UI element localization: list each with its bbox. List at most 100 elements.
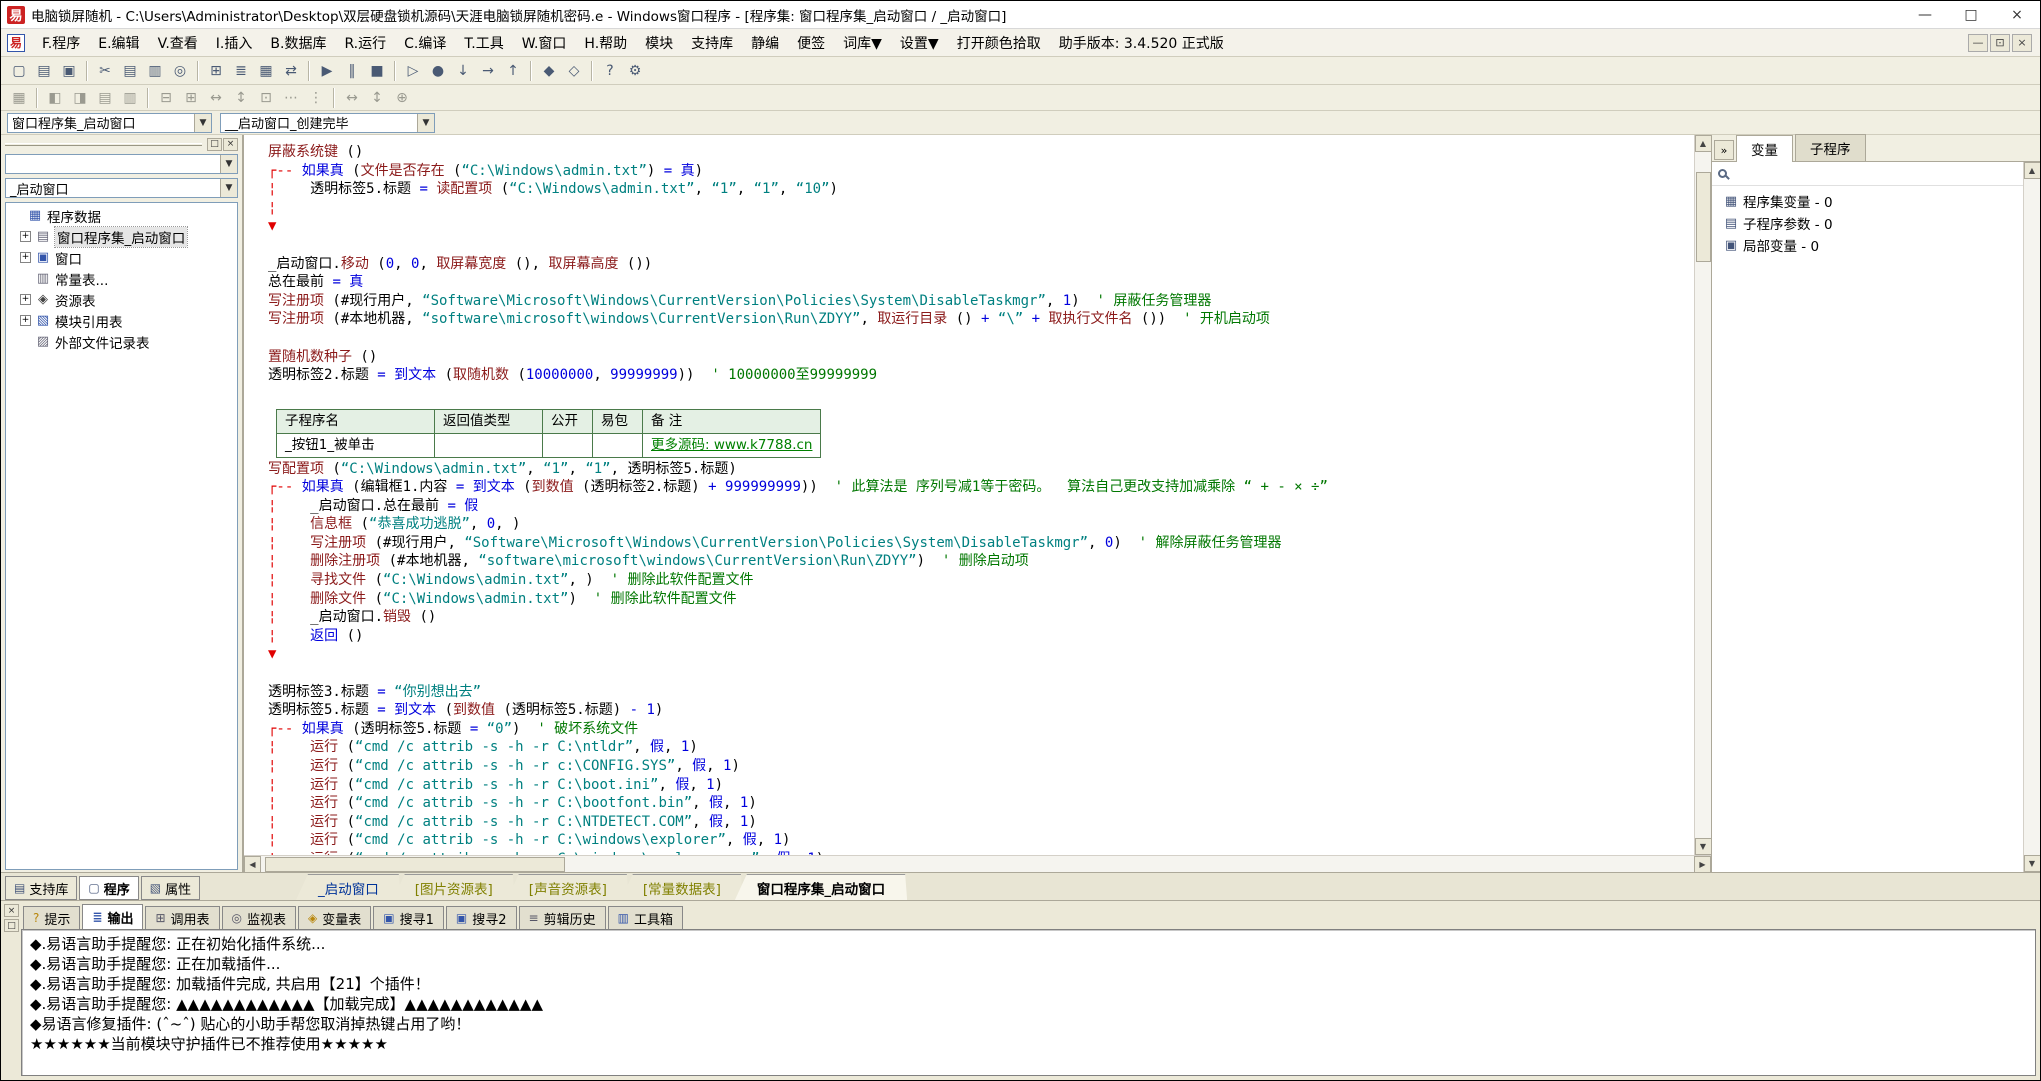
open-icon[interactable]: ▤ bbox=[32, 60, 56, 82]
tab-属性[interactable]: ▧属性 bbox=[141, 876, 200, 900]
menu-item[interactable]: 模块 bbox=[636, 30, 682, 56]
paste-icon[interactable]: ▥ bbox=[143, 60, 167, 82]
editor-horizontal-scrollbar[interactable]: ◀ ▶ bbox=[244, 855, 1711, 872]
panel-close-button[interactable]: × bbox=[223, 138, 238, 151]
output-tab-剪辑历史[interactable]: ≡剪辑历史 bbox=[519, 906, 606, 929]
mdi-restore-button[interactable]: ⊡ bbox=[1990, 34, 2010, 52]
align-top-icon[interactable]: ▤ bbox=[93, 87, 117, 109]
settings-gear-icon[interactable]: ⚙ bbox=[623, 60, 647, 82]
doc-tab[interactable]: [常量数据表] bbox=[621, 874, 743, 900]
step-over-icon[interactable]: → bbox=[476, 60, 500, 82]
menu-item[interactable]: R.运行 bbox=[335, 30, 395, 56]
variables-search-box[interactable] bbox=[1712, 162, 2023, 186]
step-into-icon[interactable]: ↓ bbox=[451, 60, 475, 82]
same-width-icon[interactable]: ↔ bbox=[204, 87, 228, 109]
tree-item[interactable]: +◈资源表 bbox=[6, 289, 237, 310]
menu-item[interactable]: C.编译 bbox=[395, 30, 455, 56]
class-combo-dropdown-icon[interactable]: ▼ bbox=[194, 114, 211, 132]
panel-scroll-down-icon[interactable]: ▼ bbox=[2024, 855, 2041, 872]
form-designer-icon[interactable]: ⊞ bbox=[204, 60, 228, 82]
help-icon[interactable]: ? bbox=[598, 60, 622, 82]
center-vertical-icon[interactable]: ⊞ bbox=[179, 87, 203, 109]
event-combo-dropdown-icon[interactable]: ▼ bbox=[417, 114, 434, 132]
panel-tab-子程序[interactable]: 子程序 bbox=[1795, 134, 1866, 161]
same-size-icon[interactable]: ⊡ bbox=[254, 87, 278, 109]
subroutine-name-cell[interactable]: _按钮1_被单击 bbox=[277, 433, 435, 457]
output-tab-输出[interactable]: ≣输出 bbox=[82, 904, 143, 929]
scroll-right-icon[interactable]: ▶ bbox=[1694, 856, 1711, 873]
output-tab-提示[interactable]: ?提示 bbox=[23, 906, 80, 929]
step-out-icon[interactable]: ↑ bbox=[501, 60, 525, 82]
output-tab-变量表[interactable]: ◈变量表 bbox=[298, 906, 371, 929]
pause-icon[interactable]: ‖ bbox=[340, 60, 364, 82]
output-tab-搜寻2[interactable]: ▣搜寻2 bbox=[446, 906, 517, 929]
find-icon[interactable]: ◎ bbox=[168, 60, 192, 82]
build-exe-icon[interactable]: ◇ bbox=[562, 60, 586, 82]
output-tab-调用表[interactable]: ⊞调用表 bbox=[145, 906, 219, 929]
close-button[interactable]: × bbox=[1994, 1, 2040, 28]
tab-程序[interactable]: ▢程序 bbox=[79, 876, 138, 900]
output-float-button[interactable]: □ bbox=[4, 919, 19, 932]
menu-item[interactable]: 助手版本: 3.4.520 正式版 bbox=[1050, 30, 1233, 56]
debug-run-icon[interactable]: ▷ bbox=[401, 60, 425, 82]
menu-item[interactable]: 静编 bbox=[742, 30, 788, 56]
stop-icon[interactable]: ■ bbox=[365, 60, 389, 82]
form-grid-icon[interactable]: ▦ bbox=[7, 87, 31, 109]
mdi-minimize-button[interactable]: — bbox=[1968, 34, 1988, 52]
grid-icon[interactable]: ▦ bbox=[254, 60, 278, 82]
menu-item[interactable]: I.插入 bbox=[207, 30, 262, 56]
output-log[interactable]: ◆.易语言助手提醒您: 正在初始化插件系统...◆.易语言助手提醒您: 正在加载… bbox=[21, 929, 2036, 1076]
compile-icon[interactable]: ◆ bbox=[537, 60, 561, 82]
new-file-icon[interactable]: ▢ bbox=[7, 60, 31, 82]
breakpoint-icon[interactable]: ● bbox=[426, 60, 450, 82]
panel-float-button[interactable]: □ bbox=[207, 138, 222, 151]
menu-item[interactable]: 设置▼ bbox=[891, 30, 948, 56]
center-horizontal-icon[interactable]: ⊟ bbox=[154, 87, 178, 109]
variables-list-item[interactable]: ▣局部变量 - 0 bbox=[1714, 234, 2021, 256]
tab-支持库[interactable]: ▤支持库 bbox=[5, 876, 77, 900]
tree-item[interactable]: +▤窗口程序集_启动窗口 bbox=[6, 226, 237, 247]
panel-filter-dropdown-icon[interactable]: ▼ bbox=[220, 155, 237, 173]
panel-drag-grip[interactable] bbox=[5, 143, 202, 146]
subroutine-remark-cell[interactable]: 更多源码: www.k7788.cn bbox=[643, 433, 821, 457]
menu-item[interactable]: W.窗口 bbox=[513, 30, 576, 56]
doc-tab[interactable]: _启动窗口 bbox=[296, 874, 401, 900]
tab-order-icon[interactable]: ⇄ bbox=[279, 60, 303, 82]
minimize-button[interactable]: — bbox=[1902, 1, 1948, 28]
window-combo-dropdown-icon[interactable]: ▼ bbox=[220, 179, 237, 197]
run-icon[interactable]: ▶ bbox=[315, 60, 339, 82]
vertical-scroll-thumb[interactable] bbox=[1696, 172, 1711, 262]
menu-item[interactable]: 打开颜色拾取 bbox=[948, 30, 1050, 56]
editor-vertical-scrollbar[interactable]: ▲ ▼ bbox=[1694, 135, 1711, 855]
output-close-button[interactable]: × bbox=[4, 904, 19, 917]
menu-item[interactable]: 支持库 bbox=[682, 30, 742, 56]
menu-item[interactable]: V.查看 bbox=[149, 30, 207, 56]
align-bottom-icon[interactable]: ▥ bbox=[118, 87, 142, 109]
same-height-icon[interactable]: ↕ bbox=[229, 87, 253, 109]
horizontal-scroll-thumb[interactable] bbox=[265, 857, 565, 872]
align-left-icon[interactable]: ◧ bbox=[43, 87, 67, 109]
scroll-left-icon[interactable]: ◀ bbox=[244, 856, 261, 873]
panel-collapse-button[interactable]: » bbox=[1714, 140, 1734, 160]
panel-tab-变量[interactable]: 变量 bbox=[1736, 135, 1793, 162]
menu-item[interactable]: E.编辑 bbox=[89, 30, 148, 56]
space-horizontal-icon[interactable]: ⋯ bbox=[279, 87, 303, 109]
panel-scroll-up-icon[interactable]: ▲ bbox=[2024, 162, 2041, 179]
menu-item[interactable]: H.帮助 bbox=[575, 30, 636, 56]
subroutine-table-row[interactable]: _按钮1_被单击 更多源码: www.k7788.cn bbox=[277, 433, 821, 457]
space-vertical-icon[interactable]: ⋮ bbox=[304, 87, 328, 109]
tree-item[interactable]: +▧模块引用表 bbox=[6, 310, 237, 331]
variables-list-item[interactable]: ▤子程序参数 - 0 bbox=[1714, 212, 2021, 234]
menu-item[interactable]: T.工具 bbox=[455, 30, 512, 56]
panel-vertical-scrollbar[interactable]: ▲ ▼ bbox=[2023, 162, 2040, 872]
tree-item[interactable]: ▦程序数据 bbox=[6, 205, 237, 226]
window-combo[interactable]: _启动窗口 ▼ bbox=[5, 178, 238, 198]
fit-both-icon[interactable]: ⊕ bbox=[390, 87, 414, 109]
menu-item[interactable]: 词库▼ bbox=[834, 30, 891, 56]
scroll-up-icon[interactable]: ▲ bbox=[1695, 135, 1712, 152]
align-right-icon[interactable]: ◨ bbox=[68, 87, 92, 109]
tree-expander-icon[interactable]: + bbox=[20, 231, 31, 242]
tree-item[interactable]: +▣窗口 bbox=[6, 247, 237, 268]
more-source-link[interactable]: 更多源码: www.k7788.cn bbox=[651, 437, 812, 453]
tree-item[interactable]: ▨外部文件记录表 bbox=[6, 331, 237, 352]
